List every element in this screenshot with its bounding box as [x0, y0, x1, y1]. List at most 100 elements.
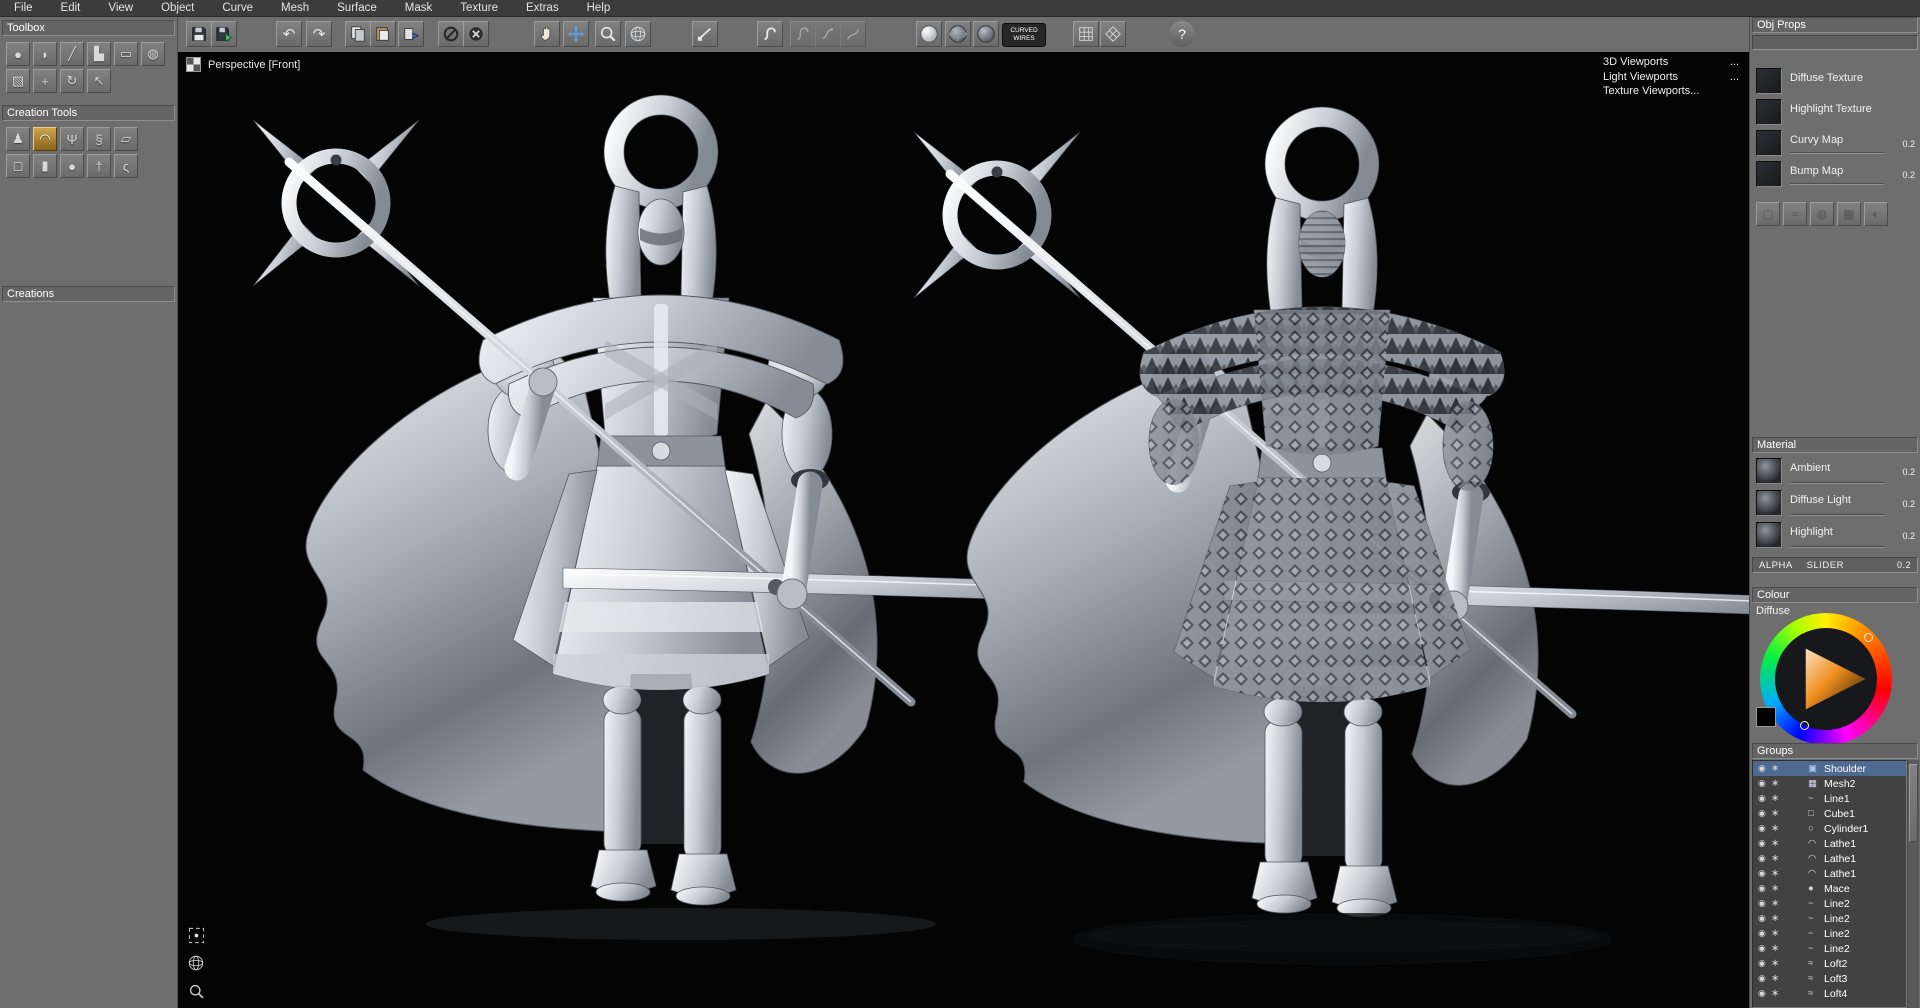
- visibility-eye-icon[interactable]: ◉: [1758, 973, 1771, 984]
- curve-tool-3-button[interactable]: [815, 21, 841, 47]
- lit-sphere-button[interactable]: [916, 21, 942, 47]
- menu-item[interactable]: Curve: [208, 0, 267, 16]
- menu-item[interactable]: Mask: [391, 0, 446, 16]
- grid-button[interactable]: [1073, 21, 1099, 47]
- shaded-sphere-button[interactable]: [973, 21, 999, 47]
- visibility-eye-icon[interactable]: ◉: [1758, 793, 1771, 804]
- lock-star-icon[interactable]: ∗: [1771, 883, 1784, 894]
- tool-button[interactable]: ◍: [141, 42, 165, 66]
- group-row[interactable]: ◉ ∗ ~ Line2: [1753, 896, 1906, 911]
- menu-item[interactable]: Edit: [47, 0, 95, 16]
- material-thumbnail[interactable]: [1756, 522, 1782, 548]
- lock-star-icon[interactable]: ∗: [1771, 823, 1784, 834]
- duplicate-button[interactable]: [398, 21, 424, 47]
- group-row[interactable]: ◉ ∗ ~ Line1: [1753, 791, 1906, 806]
- tool-button[interactable]: ▧: [6, 69, 30, 93]
- map-slot-button-2[interactable]: ≈: [1783, 202, 1807, 226]
- menu-item[interactable]: File: [0, 0, 47, 16]
- groups-scrollbar-thumb[interactable]: [1909, 764, 1918, 842]
- material-slider[interactable]: [1790, 514, 1884, 516]
- creation-tool-button[interactable]: ♟: [6, 127, 30, 151]
- group-row[interactable]: ◉ ∗ ○ Cylinder1: [1753, 821, 1906, 836]
- map-slot-button-3[interactable]: ◍: [1810, 202, 1834, 226]
- save-button[interactable]: [186, 21, 212, 47]
- map-slot-button-5[interactable]: ◐: [1864, 202, 1888, 226]
- viewport-globe-button[interactable]: [185, 952, 207, 974]
- material-thumbnail[interactable]: [1756, 458, 1782, 484]
- move-tool-button[interactable]: [563, 21, 589, 47]
- creation-tool-button[interactable]: ●: [60, 154, 84, 178]
- visibility-eye-icon[interactable]: ◉: [1758, 838, 1771, 849]
- tool-button[interactable]: ●: [6, 42, 30, 66]
- creation-tool-button[interactable]: ς: [114, 154, 138, 178]
- curve-tool-4-button[interactable]: [840, 21, 866, 47]
- group-row[interactable]: ◉ ∗ ◠ Lathe1: [1753, 836, 1906, 851]
- lock-star-icon[interactable]: ∗: [1771, 943, 1784, 954]
- group-row[interactable]: ◉ ∗ ≈ Loft3: [1753, 971, 1906, 986]
- group-row[interactable]: ◉ ∗ ~ Line2: [1753, 941, 1906, 956]
- tool-button[interactable]: ↖: [87, 69, 111, 93]
- hue-marker[interactable]: [1864, 633, 1873, 642]
- wireframe-sphere-button[interactable]: [625, 21, 651, 47]
- visibility-eye-icon[interactable]: ◉: [1758, 763, 1771, 774]
- lock-star-icon[interactable]: ∗: [1771, 808, 1784, 819]
- no-symmetry-button[interactable]: [438, 21, 464, 47]
- viewport-link[interactable]: Light Viewports ...: [1603, 70, 1739, 85]
- lock-star-icon[interactable]: ∗: [1771, 898, 1784, 909]
- alpha-slider[interactable]: ALPHA SLIDER 0.2: [1752, 557, 1918, 573]
- lock-star-icon[interactable]: ∗: [1771, 853, 1784, 864]
- visibility-eye-icon[interactable]: ◉: [1758, 958, 1771, 969]
- tool-button[interactable]: ◗: [33, 42, 57, 66]
- creation-tool-button[interactable]: ▱: [114, 127, 138, 151]
- visibility-eye-icon[interactable]: ◉: [1758, 853, 1771, 864]
- zoom-tool-button[interactable]: [595, 21, 621, 47]
- map-strength-slider[interactable]: [1790, 183, 1884, 185]
- material-slider[interactable]: [1790, 482, 1884, 484]
- visibility-eye-icon[interactable]: ◉: [1758, 883, 1771, 894]
- visibility-eye-icon[interactable]: ◉: [1758, 823, 1771, 834]
- visibility-eye-icon[interactable]: ◉: [1758, 913, 1771, 924]
- group-row[interactable]: ◉ ∗ □ Cube1: [1753, 806, 1906, 821]
- object-selector[interactable]: [1752, 35, 1918, 50]
- undo-button[interactable]: ↶: [276, 21, 302, 47]
- creation-tool-button[interactable]: ◻: [6, 154, 30, 178]
- diamond-grid-button[interactable]: [1100, 21, 1126, 47]
- lock-star-icon[interactable]: ∗: [1771, 988, 1784, 999]
- group-row[interactable]: ◉ ∗ ◠ Lathe1: [1753, 851, 1906, 866]
- line-tool-button[interactable]: [692, 21, 718, 47]
- group-row[interactable]: ◉ ∗ ▦ Mesh2: [1753, 776, 1906, 791]
- cancel-button[interactable]: [463, 21, 489, 47]
- curved-wires-button[interactable]: CURVED WIRES: [1002, 23, 1046, 47]
- group-row[interactable]: ◉ ∗ ≈ Loft2: [1753, 956, 1906, 971]
- texture-thumbnail[interactable]: [1756, 68, 1782, 94]
- lock-star-icon[interactable]: ∗: [1771, 958, 1784, 969]
- paste-button[interactable]: [370, 21, 396, 47]
- creation-tool-button[interactable]: Ψ: [60, 127, 84, 151]
- material-thumbnail[interactable]: [1756, 490, 1782, 516]
- colour-wheel[interactable]: [1760, 613, 1892, 745]
- groups-scrollbar[interactable]: [1907, 760, 1919, 1008]
- viewport-mode-icon[interactable]: [186, 57, 201, 72]
- creation-tool-button[interactable]: ◠: [33, 127, 57, 151]
- visibility-eye-icon[interactable]: ◉: [1758, 928, 1771, 939]
- lock-star-icon[interactable]: ∗: [1771, 913, 1784, 924]
- viewport-zoom-button[interactable]: [185, 980, 207, 1002]
- viewport-link[interactable]: 3D Viewports ...: [1603, 55, 1739, 70]
- menu-item[interactable]: View: [94, 0, 147, 16]
- warrior-model-textured[interactable]: [872, 94, 1749, 994]
- group-row[interactable]: ◉ ∗ ● Mace: [1753, 881, 1906, 896]
- material-slider[interactable]: [1790, 546, 1884, 548]
- creation-tool-button[interactable]: ▮: [33, 154, 57, 178]
- group-row[interactable]: ◉ ∗ ▣ Shoulder: [1753, 761, 1906, 776]
- curve-tool-2-button[interactable]: [790, 21, 816, 47]
- tool-button[interactable]: ↻: [60, 69, 84, 93]
- grid-sphere-button[interactable]: [945, 21, 971, 47]
- menu-item[interactable]: Texture: [446, 0, 512, 16]
- lock-star-icon[interactable]: ∗: [1771, 928, 1784, 939]
- lock-star-icon[interactable]: ∗: [1771, 868, 1784, 879]
- visibility-eye-icon[interactable]: ◉: [1758, 898, 1771, 909]
- visibility-eye-icon[interactable]: ◉: [1758, 808, 1771, 819]
- texture-thumbnail[interactable]: [1756, 161, 1782, 187]
- menu-item[interactable]: Mesh: [267, 0, 323, 16]
- group-row[interactable]: ◉ ∗ ≈ Loft4: [1753, 986, 1906, 1001]
